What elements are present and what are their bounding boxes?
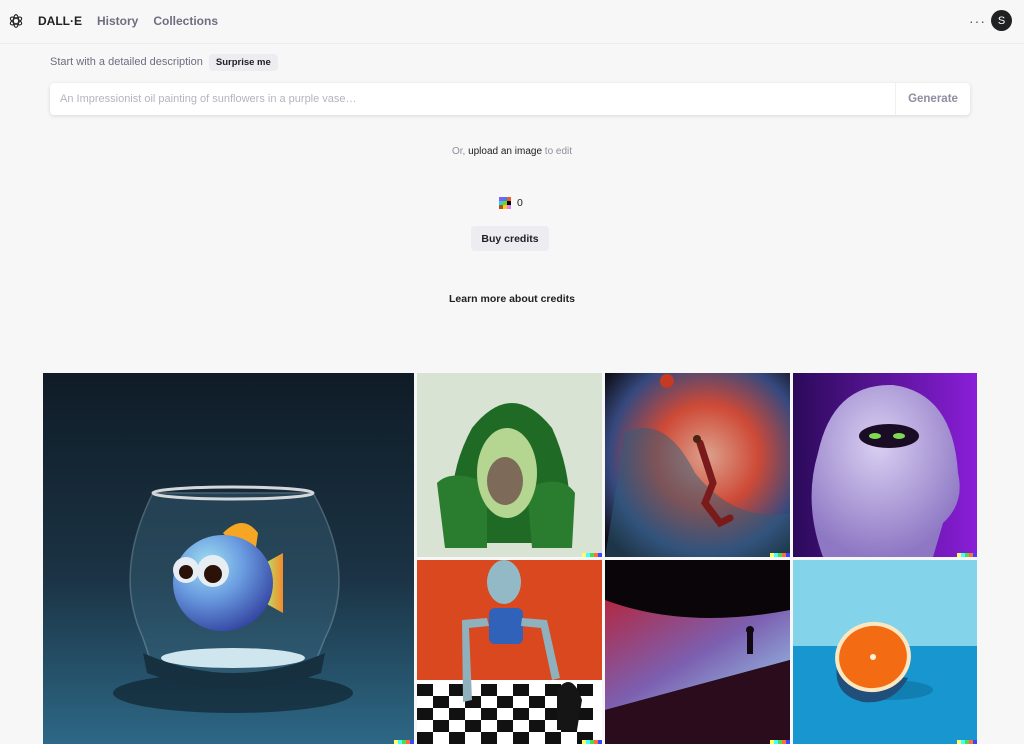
nav-history[interactable]: History [97, 14, 138, 28]
robot-chess-illustration [417, 560, 602, 744]
learn-more-credits-link[interactable]: Learn more about credits [0, 293, 1024, 305]
watermark-strip [770, 740, 790, 744]
fishbowl-illustration [43, 373, 414, 744]
nav-brand-dalle[interactable]: DALL·E [38, 14, 82, 28]
watermark-color-block [973, 740, 977, 744]
more-horizontal-icon[interactable]: ··· [969, 14, 986, 28]
buy-credits-button[interactable]: Buy credits [471, 226, 549, 251]
credits-count: 0 [517, 197, 523, 209]
basketball-nebula-illustration [605, 373, 790, 557]
gallery-image-robot-chess[interactable] [417, 560, 602, 744]
main-nav: DALL·E History Collections [38, 0, 218, 42]
credits-icon-pixel [507, 205, 511, 209]
avocado-chair-illustration [417, 373, 602, 557]
prompt-intro: Start with a detailed description Surpri… [50, 53, 278, 71]
upload-suffix: to edit [544, 146, 573, 157]
watermark-color-block [598, 553, 602, 557]
purple-monster-illustration [793, 373, 977, 557]
nav-collections[interactable]: Collections [153, 14, 218, 28]
gallery-image-orange[interactable] [793, 560, 977, 744]
gallery-image-fishbowl[interactable] [43, 373, 414, 744]
watermark-color-block [786, 740, 790, 744]
watermark-strip [394, 740, 414, 744]
watermark-color-block [410, 740, 414, 744]
gallery-image-avocado-chair[interactable] [417, 373, 602, 557]
watermark-strip [957, 740, 977, 744]
gallery-image-purple-monster[interactable] [793, 373, 977, 557]
watermark-strip [582, 740, 602, 744]
watermark-strip [582, 553, 602, 557]
watermark-strip [957, 553, 977, 557]
surprise-me-button[interactable]: Surprise me [208, 53, 278, 71]
prompt-input[interactable] [50, 83, 895, 115]
credits-pixel-icon [499, 197, 511, 209]
top-nav-bar: DALL·E History Collections ··· S [0, 0, 1024, 44]
credits-balance: 0 [499, 197, 523, 209]
upload-prefix: Or, [451, 146, 466, 157]
watermark-strip [770, 553, 790, 557]
light-dune-illustration [605, 560, 790, 744]
avatar-initial: S [997, 14, 1006, 27]
openai-logo-icon[interactable] [8, 13, 24, 29]
upload-hint: Or, upload an image to edit [0, 146, 1024, 157]
orange-illustration [793, 560, 977, 744]
gallery-image-basketball-nebula[interactable] [605, 373, 790, 557]
watermark-color-block [786, 553, 790, 557]
watermark-color-block [973, 553, 977, 557]
upload-image-link[interactable]: upload an image [468, 146, 542, 157]
generate-button[interactable]: Generate [895, 83, 970, 115]
watermark-color-block [598, 740, 602, 744]
gallery-image-light-dune[interactable] [605, 560, 790, 744]
prompt-intro-text: Start with a detailed description [50, 56, 203, 68]
prompt-bar: Generate [50, 83, 970, 115]
user-avatar[interactable]: S [991, 10, 1012, 31]
